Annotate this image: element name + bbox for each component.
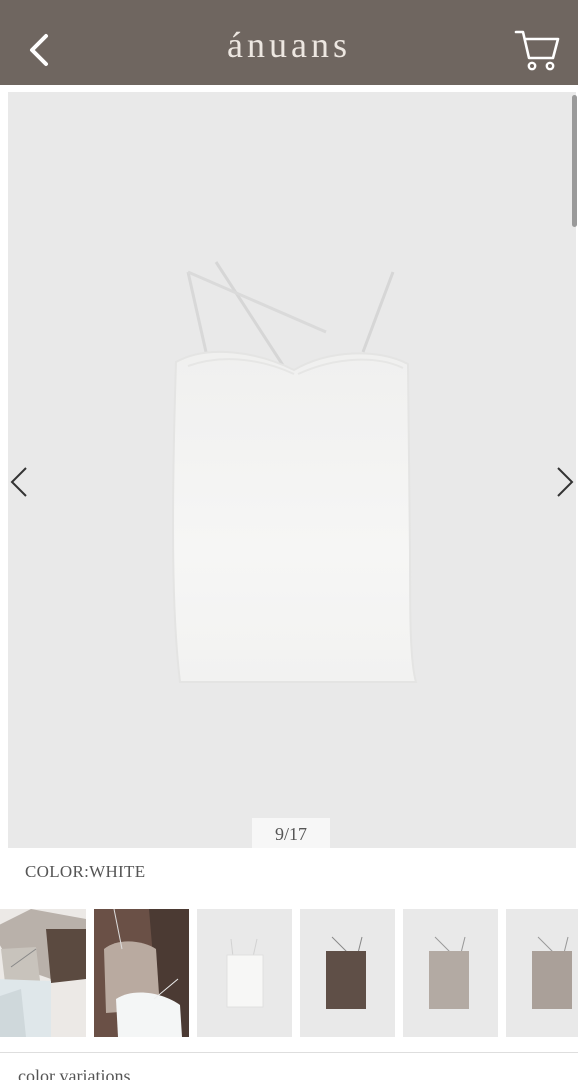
color-thumbnail-strip[interactable]: [0, 909, 578, 1039]
cart-icon: [514, 30, 560, 71]
section-divider: [0, 1052, 578, 1053]
thumbnail-image: [300, 909, 395, 1037]
image-counter: 9/17: [252, 818, 330, 848]
app-header: ánuans: [0, 0, 578, 85]
thumbnail-white[interactable]: [197, 909, 292, 1037]
thumbnail-image: [506, 909, 578, 1037]
thumbnail-image: [403, 909, 498, 1037]
product-image: [172, 261, 418, 683]
brand-logo[interactable]: ánuans: [0, 24, 578, 66]
chevron-right-icon: [557, 467, 574, 497]
thumbnail-image: [197, 909, 292, 1037]
scrollbar[interactable]: [572, 95, 577, 227]
thumbnail-flatlay-duo[interactable]: [94, 909, 189, 1037]
cart-button[interactable]: [512, 26, 562, 74]
thumbnail-image: [94, 909, 189, 1037]
gallery-prev-button[interactable]: [8, 452, 38, 512]
gallery-next-button[interactable]: [546, 452, 576, 512]
section-title-color-variations: color variations: [18, 1066, 131, 1080]
chevron-left-icon: [10, 467, 27, 497]
thumbnail-flatlay-mixed[interactable]: [0, 909, 86, 1037]
thumbnail-greige[interactable]: [403, 909, 498, 1037]
thumbnail-image: [0, 909, 86, 1037]
product-image-gallery[interactable]: 9/17: [8, 92, 576, 848]
thumbnail-mocha[interactable]: [506, 909, 578, 1037]
thumbnail-brown[interactable]: [300, 909, 395, 1037]
color-label: COLOR:WHITE: [25, 862, 146, 881]
